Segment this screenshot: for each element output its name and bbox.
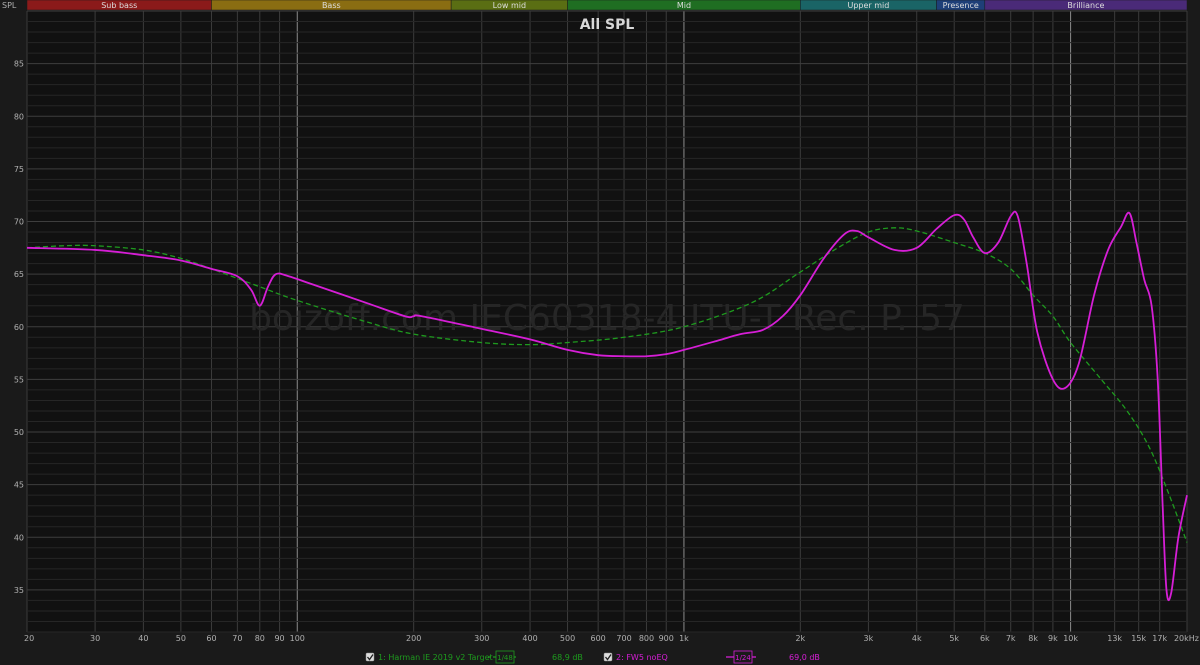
legend-level-value: 69,0 dB xyxy=(789,653,820,662)
x-tick-label: 70 xyxy=(232,634,242,643)
y-tick-label: 65 xyxy=(14,270,24,279)
band-label: Low mid xyxy=(493,1,526,10)
chart-title: All SPL xyxy=(580,17,635,33)
x-tick-label: 60 xyxy=(206,634,216,643)
x-tick-label: 7k xyxy=(1006,634,1016,643)
x-tick-label: 20 xyxy=(24,634,34,643)
x-tick-label: 17k xyxy=(1152,634,1167,643)
x-tick-label: 800 xyxy=(639,634,654,643)
frequency-bands: Sub bass Bass Low mid Mid Upper mid Presence B… xyxy=(26,0,1188,11)
band-label: Upper mid xyxy=(847,1,889,10)
band-label: Mid xyxy=(677,1,691,10)
spl-chart: boizoff.com IEC60318-4 ITU-T Rec. P. 57 … xyxy=(0,0,1200,665)
y-tick-label: 55 xyxy=(14,375,24,384)
legend-series-name: 1: Harman IE 2019 v2 Target xyxy=(378,653,493,662)
x-tick-label: 13k xyxy=(1107,634,1122,643)
y-tick-label: 50 xyxy=(14,428,24,437)
x-tick-label: 400 xyxy=(522,634,537,643)
x-tick-label: 2k xyxy=(795,634,805,643)
y-tick-label: 80 xyxy=(14,112,24,121)
legend-level-value: 68,9 dB xyxy=(552,653,583,662)
x-tick-label: 300 xyxy=(474,634,489,643)
x-tick-label: 9k xyxy=(1048,634,1058,643)
band-label: Presence xyxy=(943,1,979,10)
band-label: Brilliance xyxy=(1067,1,1104,10)
y-tick-label: 40 xyxy=(14,533,24,542)
legend-series-name: 2: FW5 noEQ xyxy=(616,653,668,662)
x-tick-label: 500 xyxy=(560,634,575,643)
x-tick-label: 90 xyxy=(274,634,284,643)
smoothing-badge-text: 1/48 xyxy=(497,654,513,662)
x-tick-label: 50 xyxy=(176,634,186,643)
x-tick-label: 700 xyxy=(616,634,631,643)
x-tick-label: 15k xyxy=(1131,634,1146,643)
y-tick-label: 85 xyxy=(14,60,24,69)
x-tick-label: 8k xyxy=(1028,634,1038,643)
x-tick-label: 20kHz xyxy=(1174,634,1199,643)
x-tick-label: 6k xyxy=(980,634,990,643)
x-tick-label: 80 xyxy=(255,634,265,643)
smoothing-badge-text: 1/24 xyxy=(735,654,751,662)
x-tick-label: 10k xyxy=(1063,634,1078,643)
y-tick-label: 75 xyxy=(14,165,24,174)
y-tick-label: 35 xyxy=(14,586,24,595)
x-tick-label: 30 xyxy=(90,634,100,643)
x-tick-label: 600 xyxy=(591,634,606,643)
band-label: Sub bass xyxy=(101,1,137,10)
x-tick-label: 5k xyxy=(949,634,959,643)
x-tick-label: 100 xyxy=(290,634,305,643)
y-tick-label: 60 xyxy=(14,323,24,332)
y-tick-label: 45 xyxy=(14,481,24,490)
x-tick-label: 1k xyxy=(679,634,689,643)
x-tick-label: 3k xyxy=(864,634,874,643)
y-axis-unit-label: SPL xyxy=(2,1,17,10)
y-tick-label: 70 xyxy=(14,218,24,227)
x-tick-label: 40 xyxy=(138,634,148,643)
x-tick-label: 4k xyxy=(912,634,922,643)
band-label: Bass xyxy=(322,1,341,10)
x-tick-label: 200 xyxy=(406,634,421,643)
x-tick-label: 900 xyxy=(659,634,674,643)
